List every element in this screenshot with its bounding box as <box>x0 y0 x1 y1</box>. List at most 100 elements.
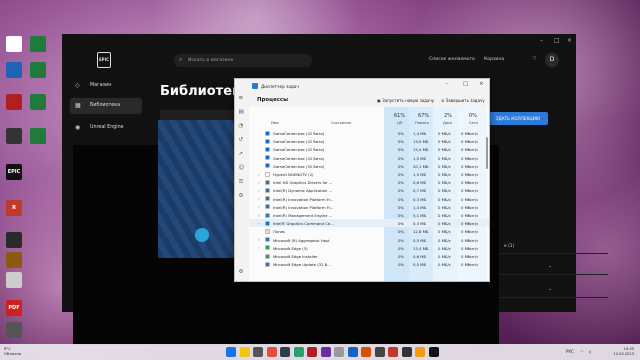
col-mem[interactable]: Память <box>415 121 429 125</box>
startup-icon[interactable]: ➚ <box>239 151 244 157</box>
weather-widget[interactable]: 9°C Облачно <box>4 346 21 357</box>
performance-icon[interactable]: ◔ <box>239 123 244 129</box>
grid-icon[interactable]: ⁙ <box>532 55 537 62</box>
table-row[interactable]: GameCenter.exe (32 бита) 0% 13,0 МБ 0 МБ/с 0… <box>249 137 489 145</box>
table-row[interactable]: › Intel® Graphics Command Ce... 0% 0,3 МБ 0 … <box>249 219 489 228</box>
create-collection-button[interactable]: ЗДАТЬ КОЛЛЕКЦИЮ <box>488 112 548 125</box>
language-indicator[interactable]: РУС <box>566 349 574 354</box>
expand-chevron-icon[interactable]: › <box>258 180 260 185</box>
expand-chevron-icon[interactable]: › <box>258 188 260 193</box>
store-search-input[interactable]: ⌕ Искать в магазине <box>174 54 312 67</box>
desktop-icon[interactable] <box>6 322 22 338</box>
scrollbar[interactable] <box>486 137 488 169</box>
taskbar-app-icon[interactable] <box>280 347 290 357</box>
desktop-icon[interactable] <box>30 128 46 144</box>
table-row[interactable]: › Intel(R) Innovation Platform Fr... 0% 0,3… <box>249 195 489 203</box>
taskbar-app-icon[interactable] <box>428 347 439 357</box>
users-icon[interactable]: ☺ <box>239 165 245 171</box>
table-row[interactable]: › Microsoft (R) Aggregator Host 0% 0,5 МБ 0 … <box>249 236 489 244</box>
clock[interactable]: 19:35 12.03.2023 <box>613 347 634 357</box>
desktop-icon[interactable]: PDF <box>6 300 22 316</box>
volume-icon[interactable]: ◁ <box>588 349 591 354</box>
expand-chevron-icon[interactable]: › <box>258 172 260 177</box>
taskbar-app-icon[interactable] <box>401 347 412 357</box>
col-cpu[interactable]: ЦП <box>397 121 403 125</box>
taskbar-app-icon[interactable] <box>334 347 344 357</box>
list-item[interactable]: е (1) <box>488 240 608 254</box>
epic-titlebar[interactable]: – □ × <box>62 34 576 52</box>
processes-icon[interactable]: ▤ <box>239 109 244 115</box>
nav-library[interactable]: ▦ Библиотека <box>70 98 142 114</box>
table-row[interactable]: › Microsoft Edge (3) 0% 13,4 МБ 0 МБ/с 0 Мбит… <box>249 244 489 252</box>
taskbar-app-icon[interactable] <box>253 347 263 357</box>
table-row[interactable]: iTunes 0% 12,8 МБ 0 МБ/с 0 Мбит/с <box>249 227 489 235</box>
taskbar-app-icon[interactable] <box>293 347 304 357</box>
taskbar-app-icon[interactable] <box>347 347 358 357</box>
minimize-icon[interactable]: – <box>540 37 543 44</box>
start-icon[interactable] <box>226 347 236 357</box>
col-status[interactable]: Состояние <box>331 121 351 125</box>
wishlist-link[interactable]: Список желаемого <box>429 57 475 62</box>
desktop-icon[interactable] <box>6 94 22 110</box>
table-row[interactable]: › Intel(R) Innovation Platform Fr... 0% 1,4… <box>249 203 489 211</box>
list-item[interactable]: ⌄ <box>488 261 608 275</box>
epic-logo[interactable]: EPIC <box>97 52 111 68</box>
app-history-icon[interactable]: ↺ <box>239 137 244 143</box>
expand-chevron-icon[interactable]: › <box>258 213 260 218</box>
taskbar-app-icon[interactable] <box>415 347 425 357</box>
desktop-icon[interactable] <box>30 94 46 110</box>
taskbar-app-icon[interactable] <box>239 347 250 357</box>
taskbar-app-icon[interactable] <box>374 347 385 357</box>
expand-chevron-icon[interactable]: › <box>258 221 260 226</box>
taskbar-app-icon[interactable] <box>320 347 331 357</box>
services-icon[interactable]: ⚙ <box>239 193 244 199</box>
minimize-icon[interactable]: – <box>445 81 448 87</box>
run-new-task-button[interactable]: ▣ Запустить новую задачу <box>377 98 434 103</box>
desktop-icon[interactable] <box>30 62 46 78</box>
table-row[interactable]: › Hyperit NGENGTV (2) 0% 1,5 МБ 0 МБ/с 0 Мбит… <box>249 170 489 178</box>
maximize-icon[interactable]: □ <box>463 81 468 87</box>
table-row[interactable]: GameCenter.exe (32 бита) 0% 1,5 МБ 0 МБ/с 0 … <box>249 154 489 162</box>
desktop-icon[interactable] <box>6 232 22 248</box>
nav-store[interactable]: ◇ Магазин <box>70 78 142 94</box>
desktop-icon[interactable] <box>30 36 46 52</box>
desktop-icon[interactable]: EPIC <box>6 164 22 180</box>
desktop-icon[interactable] <box>6 252 22 268</box>
list-item[interactable]: ⌄ <box>488 284 608 298</box>
table-row[interactable]: Microsoft Edge Installer 0% 0,6 МБ 0 МБ/с 0 … <box>249 252 489 260</box>
col-disk[interactable]: Диск <box>443 121 452 125</box>
desktop-icon[interactable] <box>6 36 22 52</box>
expand-chevron-icon[interactable]: › <box>258 237 260 242</box>
table-row[interactable]: GameCenter.exe (32 бита) 0% 20,1 МБ 0 МБ/с 0… <box>249 162 489 170</box>
end-task-button[interactable]: ⊘ Завершить задачу <box>441 98 485 103</box>
hamburger-icon[interactable]: ≡ <box>239 95 244 101</box>
table-row[interactable]: › Intel HD Graphics Drivers for ... 0% 0,6 … <box>249 178 489 186</box>
expand-chevron-icon[interactable]: › <box>258 204 260 209</box>
taskbar-app-icon[interactable] <box>266 347 277 357</box>
wifi-icon[interactable]: ◠ <box>580 349 584 354</box>
table-row[interactable]: Microsoft Edge Update (32 б... 0% 0,5 МБ 0 … <box>249 260 489 268</box>
taskbar-app-icon[interactable] <box>388 347 398 357</box>
close-icon[interactable]: × <box>479 81 484 87</box>
taskbar-app-icon[interactable] <box>361 347 371 357</box>
taskbar-app-icon[interactable] <box>307 347 317 357</box>
settings-icon[interactable]: ⚙ <box>239 269 244 275</box>
maximize-icon[interactable]: □ <box>554 37 560 44</box>
table-row[interactable]: › Intel(R) Dynamic Application ... 0% 0,7 М… <box>249 186 489 194</box>
close-icon[interactable]: × <box>567 37 572 44</box>
avatar[interactable]: D <box>545 53 559 67</box>
desktop-icon[interactable]: R <box>6 200 22 216</box>
cart-link[interactable]: Корзина <box>484 57 504 62</box>
col-name[interactable]: Имя <box>271 121 279 125</box>
details-icon[interactable]: ☰ <box>239 179 244 185</box>
table-row[interactable]: GameCenter.exe (32 бита) 0% 15,4 МБ 0 МБ/с 0… <box>249 145 489 153</box>
desktop-icon[interactable] <box>6 128 22 144</box>
col-net[interactable]: Сеть <box>469 121 478 125</box>
expand-chevron-icon[interactable]: › <box>258 245 260 250</box>
tm-titlebar[interactable]: Диспетчер задач – □ × <box>235 79 489 93</box>
table-row[interactable]: › Intel(R) Management Engine ... 0% 0,1 МБ 0… <box>249 211 489 219</box>
desktop-icon[interactable] <box>6 272 22 288</box>
table-row[interactable]: GameCenter.exe (32 бита) 0% 1,4 МБ 0 МБ/с 0 … <box>249 129 489 137</box>
nav-unreal[interactable]: ◉ Unreal Engine <box>70 120 142 136</box>
expand-chevron-icon[interactable]: › <box>258 196 260 201</box>
